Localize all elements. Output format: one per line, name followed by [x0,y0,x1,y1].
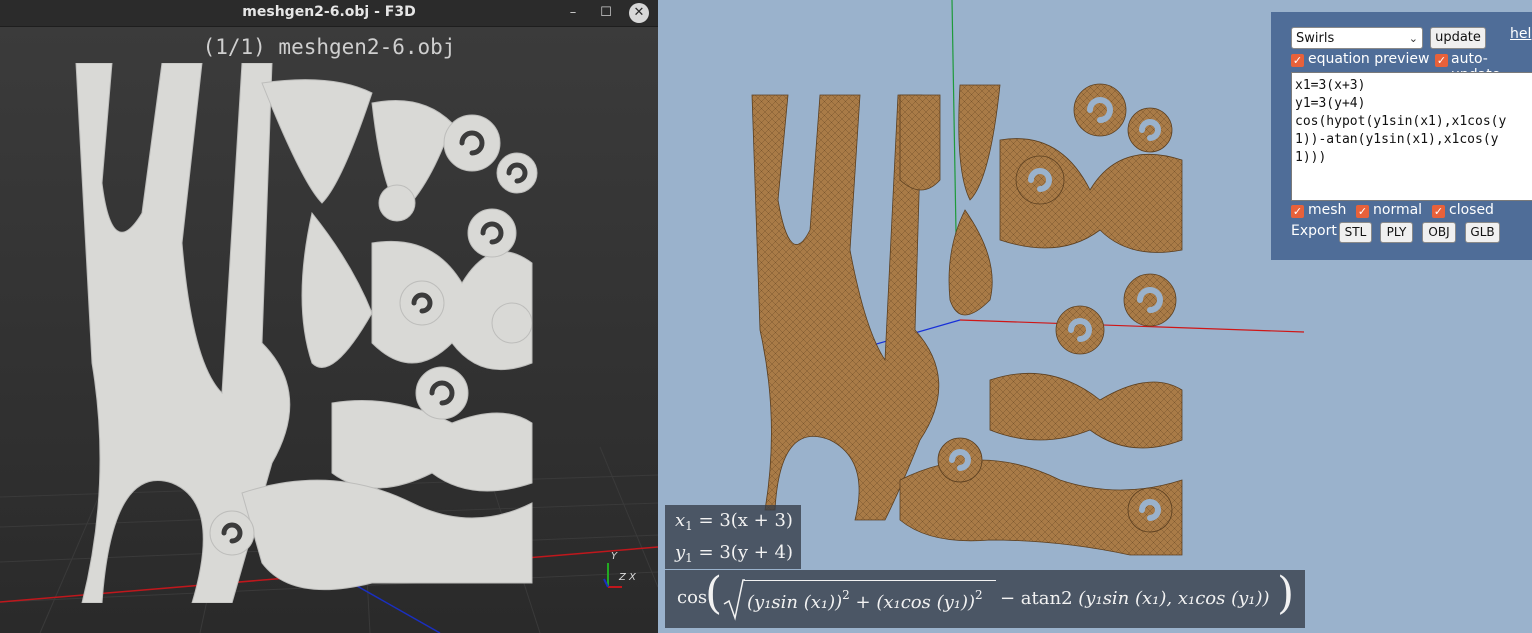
export-stl-button[interactable]: STL [1339,222,1372,243]
equation-preview-line-1: x1 = 3(x + 3) [665,505,801,537]
eq3-cos: cos [677,587,708,608]
f3d-window: meshgen2-6.obj - F3D – ☐ ✕ (1/1) meshgen… [0,0,658,633]
equation-preview-line-3: cos ( (y₁sin (x₁))2 + (x₁cos (y₁))2 − at… [665,568,1305,628]
close-button[interactable]: ✕ [629,3,649,23]
sqrt-bar [744,580,996,581]
preset-value: Swirls [1296,31,1335,46]
x-axis-line [959,319,1305,333]
eq3-close-paren: ) [1277,568,1295,619]
axis-label-z: Z [619,572,626,583]
minimize-button[interactable]: – [563,3,583,23]
maximize-button[interactable]: ☐ [596,3,616,23]
closed-label: closed [1449,202,1494,218]
file-header: (1/1) meshgen2-6.obj [202,35,456,59]
eq3-sq2: 2 [975,588,983,602]
f3d-titlebar[interactable]: meshgen2-6.obj - F3D – ☐ ✕ [0,0,658,27]
eq1-lhs: x [675,510,686,531]
export-obj-button[interactable]: OBJ [1422,222,1456,243]
control-panel: Swirls ⌄ update hel ✓ equation preview ✓… [1271,12,1532,260]
preset-select[interactable]: Swirls ⌄ [1291,27,1423,49]
auto-update-checkbox[interactable]: ✓ [1435,54,1448,67]
eq3-open-paren: ( [705,568,723,619]
eq3-term2: (x₁cos (y₁)) [876,592,976,613]
eq1-rhs: = 3(x + 3) [692,510,793,531]
f3d-3d-viewport[interactable]: (1/1) meshgen2-6.obj Y Z X [0,27,658,633]
sqrt-icon [723,579,745,621]
export-glb-button[interactable]: GLB [1465,222,1500,243]
eq2-lhs: y [675,542,686,563]
eq3-atan2: − atan2 (y₁sin (x₁), x₁cos (y₁)) [1000,588,1270,609]
equation-preview-label: equation preview [1308,51,1430,67]
swirl-mesh-render [75,63,538,603]
axis-label-x: X [629,572,636,583]
swirl-mesh-render [751,83,1183,556]
mesh-label: mesh [1308,202,1347,218]
window-title: meshgen2-6.obj - F3D [242,4,416,20]
export-ply-button[interactable]: PLY [1380,222,1413,243]
eq3-term1: (y₁sin (x₁)) [747,592,843,613]
eq2-rhs: = 3(y + 4) [692,542,793,563]
export-label: Export [1291,223,1337,239]
eq3-radicand: (y₁sin (x₁))2 + (x₁cos (y₁))2 [747,588,983,613]
eq3-plus: + [849,592,877,613]
equation-textarea[interactable]: x1=3(x+3) y1=3(y+4) cos(hypot(y1sin(x1),… [1291,72,1532,201]
axis-label-y: Y [611,551,618,562]
equation-preview-checkbox[interactable]: ✓ [1291,54,1304,67]
help-link[interactable]: hel [1510,26,1531,42]
mesh-checkbox[interactable]: ✓ [1291,205,1304,218]
normal-checkbox[interactable]: ✓ [1356,205,1369,218]
eq1-sub: 1 [685,519,693,533]
normal-label: normal [1373,202,1423,218]
update-button[interactable]: update [1430,27,1486,49]
eq2-sub: 1 [685,551,693,565]
closed-checkbox[interactable]: ✓ [1432,205,1445,218]
eq3-minus-atan2: − atan2 [1000,588,1079,609]
equation-preview-line-2: y1 = 3(y + 4) [665,537,801,569]
eq3-sq1: 2 [842,588,850,602]
eq3-args: (y₁sin (x₁), x₁cos (y₁)) [1078,588,1270,609]
mesh-viewer: Swirls ⌄ update hel ✓ equation preview ✓… [660,0,1532,633]
chevron-down-icon: ⌄ [1408,32,1418,45]
